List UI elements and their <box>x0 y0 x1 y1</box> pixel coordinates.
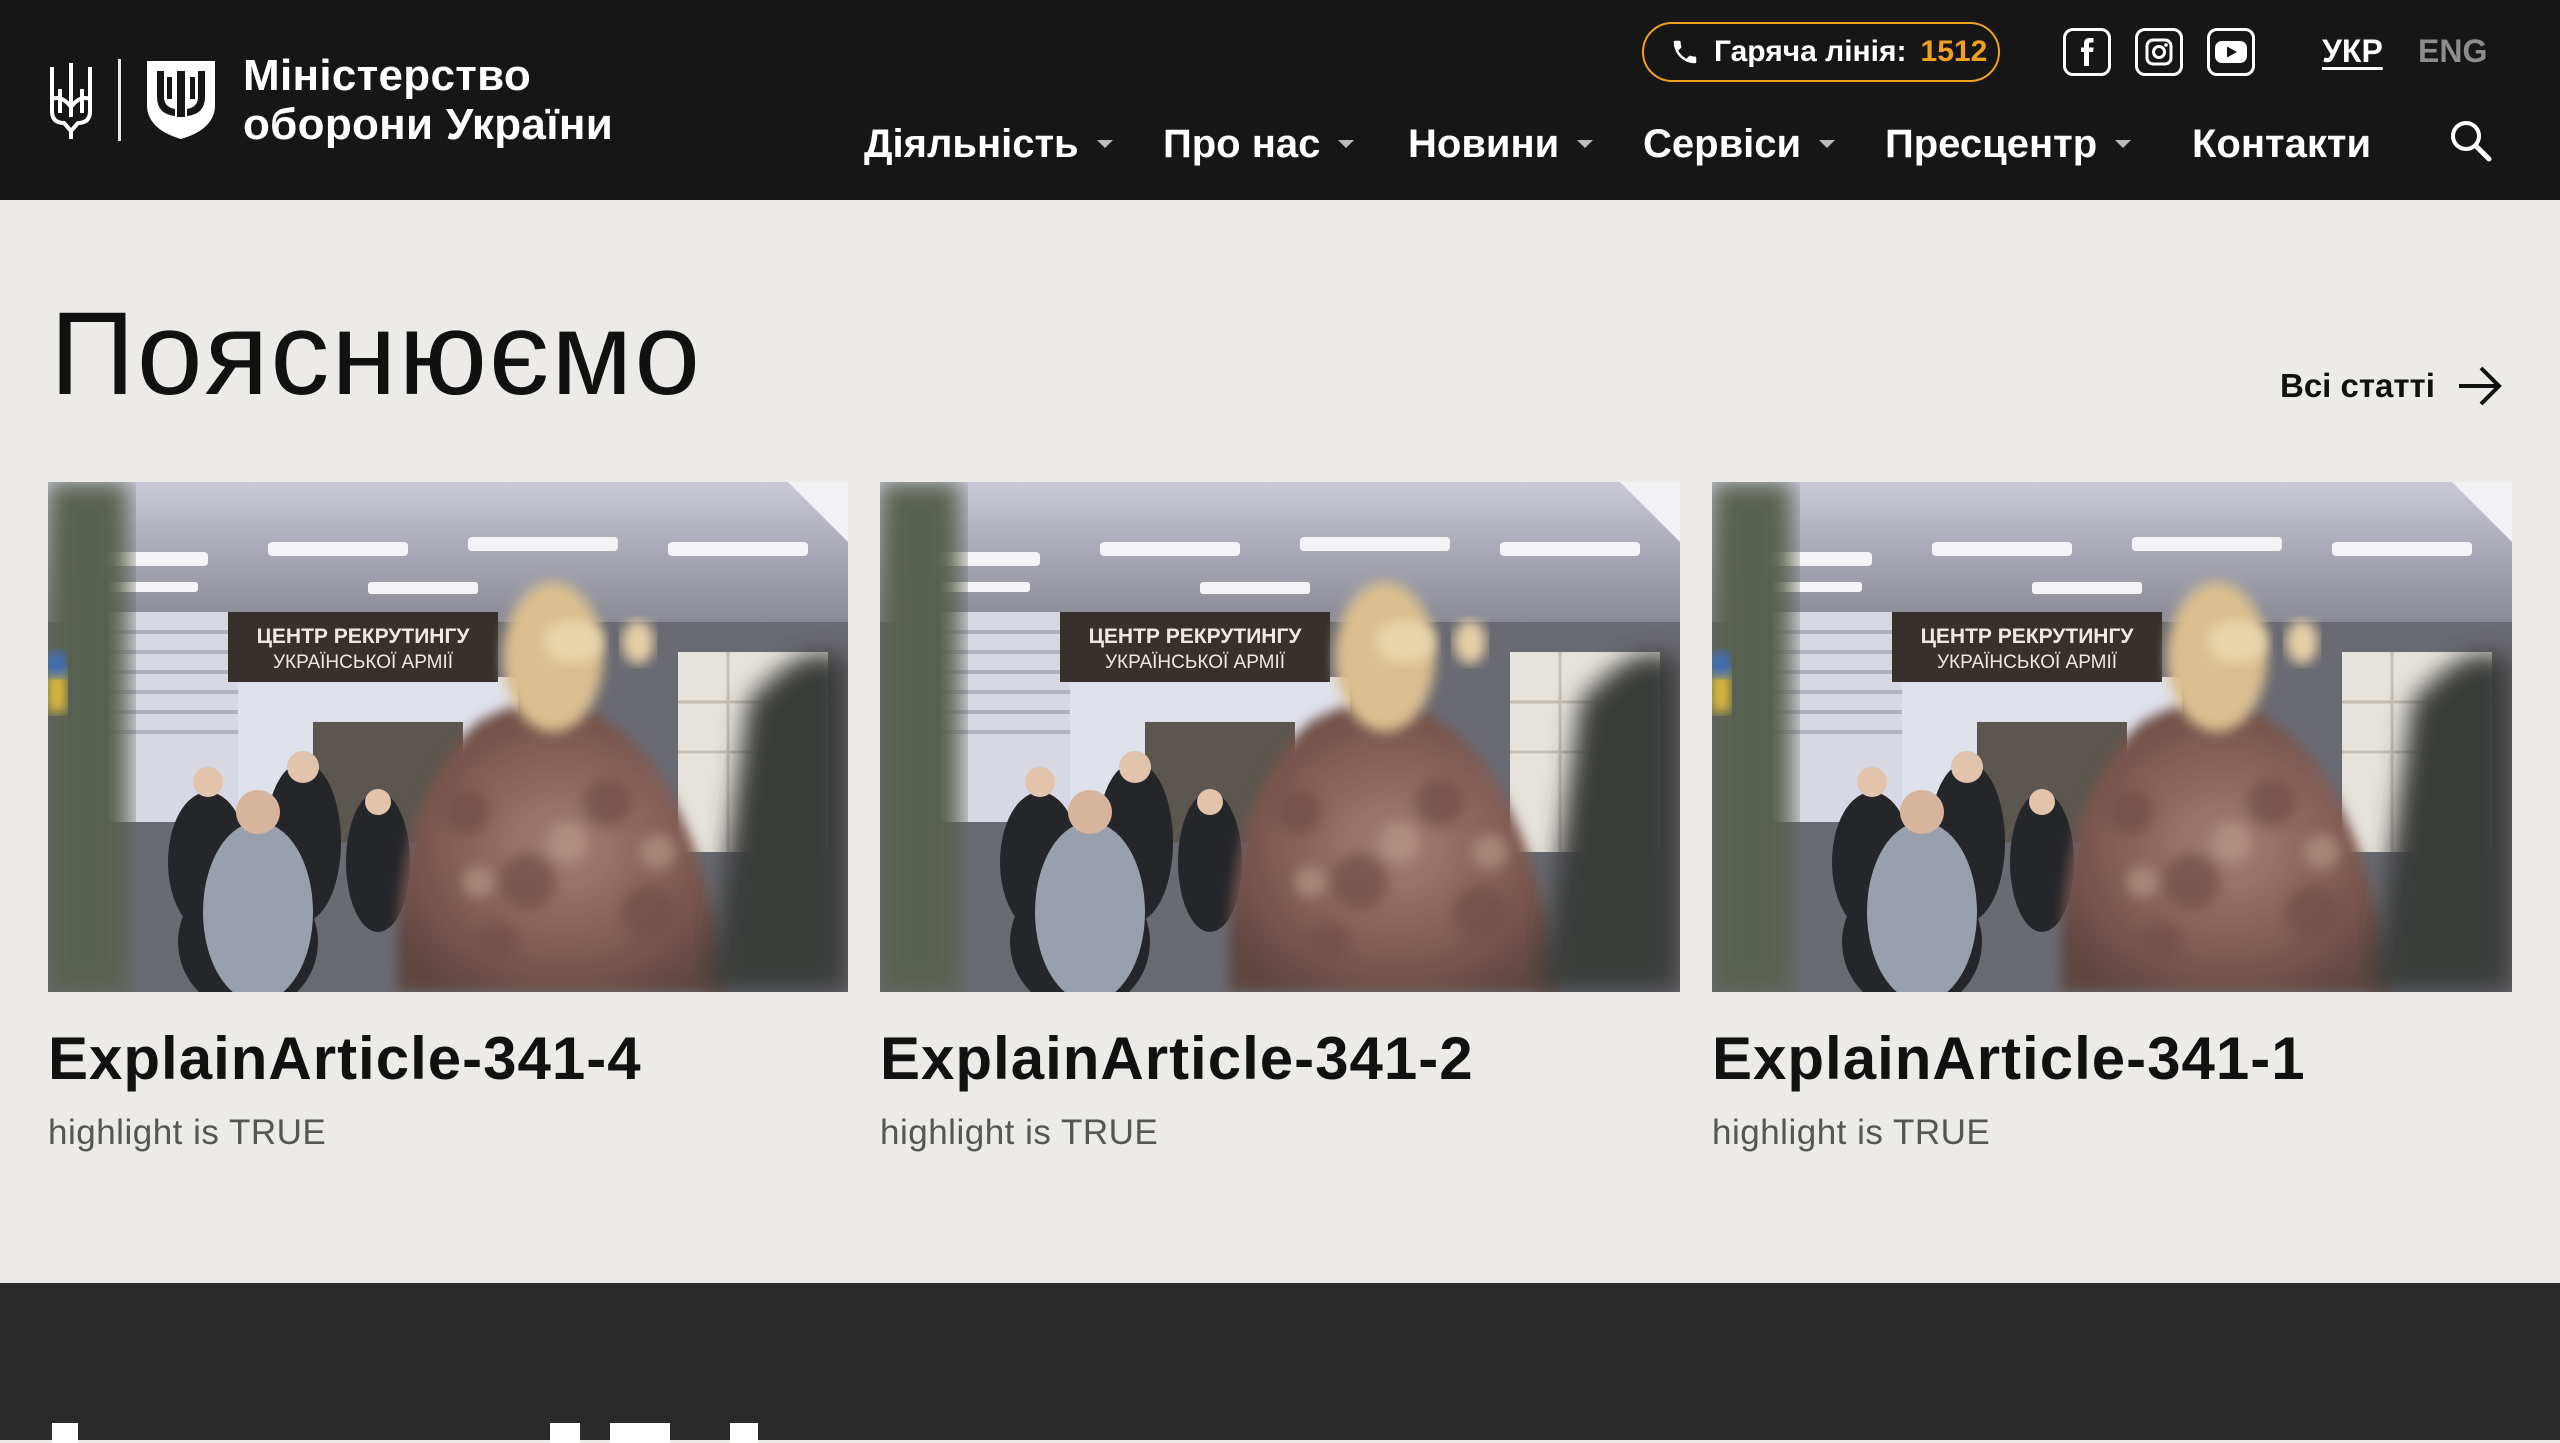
article-photo: ЦЕНТР РЕКРУТИНГУ УКРАЇНСЬКОЇ АРМІЇ <box>48 482 848 992</box>
chevron-down-icon <box>1338 140 1355 148</box>
nav-item-novyny[interactable]: Новини <box>1408 114 1594 174</box>
ministry-shield-icon <box>147 61 215 139</box>
article-card[interactable]: ЦЕНТР РЕКРУТИНГУ УКРАЇНСЬКОЇ АРМІЇ Expla… <box>48 482 848 1154</box>
phone-icon <box>1673 40 1697 64</box>
nav-item-pro-nas[interactable]: Про нас <box>1163 114 1355 174</box>
section-title: Пояснюємо <box>50 288 702 420</box>
article-photo: ЦЕНТР РЕКРУТИНГУ УКРАЇНСЬКОЇ АРМІЇ <box>880 482 1680 992</box>
article-photo: ЦЕНТР РЕКРУТИНГУ УКРАЇНСЬКОЇ АРМІЇ <box>1712 482 2512 992</box>
article-subtitle: highlight is TRUE <box>880 1113 1159 1152</box>
instagram-icon <box>2145 38 2173 66</box>
ministry-name: Міністерство оборони України <box>243 51 613 149</box>
article-subtitle: highlight is TRUE <box>1712 1113 1991 1152</box>
instagram-link[interactable] <box>2135 28 2183 76</box>
banner-text-2: УКРАЇНСЬКОЇ АРМІЇ <box>1105 652 1286 673</box>
all-articles-label: Всі статті <box>2280 367 2435 404</box>
youtube-link[interactable] <box>2207 28 2255 76</box>
nav-item-servisy[interactable]: Сервіси <box>1643 114 1836 174</box>
article-title[interactable]: ExplainArticle-341-1 <box>1712 1024 2512 1094</box>
article-card[interactable]: ЦЕНТР РЕКРУТИНГУ УКРАЇНСЬКОЇ АРМІЇ Expla… <box>880 482 1680 1154</box>
lang-ukr[interactable]: УКР <box>2322 33 2383 70</box>
chevron-down-icon <box>1096 140 1113 148</box>
article-title[interactable]: ExplainArticle-341-4 <box>48 1024 848 1094</box>
facebook-icon <box>2081 38 2094 66</box>
article-subtitle: highlight is TRUE <box>48 1113 327 1152</box>
nav-item-diialnist[interactable]: Діяльність <box>864 114 1113 174</box>
nav-label: Про нас <box>1163 121 1321 166</box>
nav-label: Пресцентр <box>1885 121 2098 166</box>
nav-label: Контакти <box>2192 121 2372 166</box>
chevron-down-icon <box>1819 140 1836 148</box>
nav-label: Сервіси <box>1643 121 1802 166</box>
nav-item-prescentr[interactable]: Пресцентр <box>1885 114 2132 174</box>
site-header: Міністерство оборони України Гаряча ліні… <box>0 0 2560 200</box>
banner-text-2: УКРАЇНСЬКОЇ АРМІЇ <box>1937 652 2118 673</box>
all-articles-link[interactable]: Всі статті <box>2280 358 2505 414</box>
hotline-button[interactable]: Гаряча лінія: 1512 <box>1642 22 2000 82</box>
banner-text-1: ЦЕНТР РЕКРУТИНГУ <box>1089 625 1303 648</box>
hotline-label: Гаряча лінія: <box>1714 35 1907 68</box>
next-section-band <box>0 1283 2560 1443</box>
logo-divider <box>118 59 121 141</box>
ministry-logo[interactable]: Міністерство оборони України <box>46 51 613 149</box>
facebook-link[interactable] <box>2063 28 2111 76</box>
brand-line-2: оборони України <box>243 100 614 149</box>
trident-emblem-icon <box>50 63 92 139</box>
chevron-down-icon <box>1577 140 1594 148</box>
search-icon <box>2451 121 2492 162</box>
nav-item-kontakty[interactable]: Контакти <box>2192 114 2371 174</box>
nav-label: Діяльність <box>864 121 1079 166</box>
brand-line-1: Міністерство <box>243 51 532 100</box>
banner-text-2: УКРАЇНСЬКОЇ АРМІЇ <box>273 652 454 673</box>
banner-text-1: ЦЕНТР РЕКРУТИНГУ <box>1921 625 2135 648</box>
article-card[interactable]: ЦЕНТР РЕКРУТИНГУ УКРАЇНСЬКОЇ АРМІЇ Expla… <box>1712 482 2512 1154</box>
lang-eng[interactable]: ENG <box>2418 33 2487 70</box>
article-title[interactable]: ExplainArticle-341-2 <box>880 1024 1680 1094</box>
hotline-number: 1512 <box>1920 35 1988 68</box>
next-section-title-partial <box>50 1423 850 1443</box>
banner-text-1: ЦЕНТР РЕКРУТИНГУ <box>257 625 471 648</box>
search-button[interactable] <box>2448 118 2498 168</box>
arrow-right-icon <box>2458 366 2502 406</box>
chevron-down-icon <box>2115 140 2132 148</box>
nav-label: Новини <box>1408 121 1560 166</box>
youtube-icon <box>2215 41 2247 63</box>
